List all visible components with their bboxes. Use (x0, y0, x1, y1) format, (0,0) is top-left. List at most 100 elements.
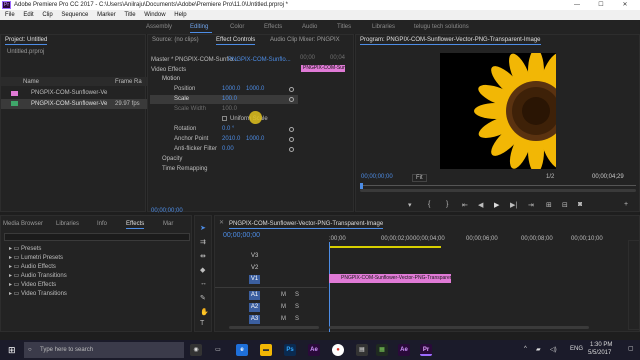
step-back-icon[interactable]: ◀ (478, 201, 483, 209)
slip-icon[interactable]: ↔ (200, 280, 207, 287)
maximize-button[interactable]: ☐ (590, 0, 612, 10)
tab-info[interactable]: Info (97, 219, 107, 229)
master-clip-label[interactable]: Master * PNGPIX-COM-Sunflo... (151, 57, 238, 63)
effects-folder-lumetri[interactable]: ▸ ▭ Lumetri Presets (9, 254, 63, 261)
lift-icon[interactable]: ⊞ (546, 201, 552, 209)
ec-timecode[interactable]: 00;00;00;00 (151, 208, 183, 214)
photoshop-icon[interactable]: Ps (284, 344, 296, 356)
menu-help[interactable]: Help (174, 12, 186, 18)
after-effects-icon-2[interactable]: Ae (398, 344, 410, 356)
rotation-value[interactable]: 0.0 ° (222, 126, 234, 132)
fit-dropdown[interactable]: Fit (412, 174, 427, 182)
selection-tool-icon[interactable]: ➤ (200, 224, 206, 232)
project-item-1[interactable]: PNGPIX-COM-Sunflower-Ve (31, 90, 107, 96)
export-frame-icon[interactable]: ◙ (578, 201, 582, 208)
tab-effects[interactable]: Effects (126, 219, 145, 229)
premiere-taskbar-icon[interactable]: Pr (420, 344, 432, 356)
after-effects-icon[interactable]: Ae (308, 344, 320, 356)
reset-icon[interactable] (289, 97, 294, 102)
motion-heading[interactable]: Motion (162, 76, 180, 82)
hand-icon[interactable]: ✋ (200, 308, 209, 316)
uniform-scale-checkbox[interactable] (222, 116, 227, 121)
close-sequence-icon[interactable]: ✕ (219, 219, 224, 226)
pen-icon[interactable]: ✎ (200, 294, 206, 302)
tab-libraries[interactable]: Libraries (56, 219, 79, 229)
microphone-icon[interactable]: ◉ (190, 344, 202, 356)
project-item-2[interactable]: PNGPIX-COM-Sunflower-Ve (31, 101, 107, 107)
file-explorer-icon[interactable]: ▬ (260, 344, 272, 356)
tray-up-icon[interactable]: ^ (524, 346, 527, 352)
menu-edit[interactable]: Edit (23, 12, 33, 18)
track-a1[interactable]: A1 (249, 291, 260, 300)
mute-button[interactable]: M (281, 292, 286, 298)
effects-folder-video-effects[interactable]: ▸ ▭ Video Effects (9, 281, 56, 288)
position-y-value[interactable]: 1000.0 (246, 86, 264, 92)
timeline-timecode[interactable]: 00;00;00;00 (223, 232, 260, 239)
mute-button[interactable]: M (281, 316, 286, 322)
clock-time[interactable]: 1:30 PM (590, 342, 612, 348)
track-height-scrollbar[interactable] (229, 326, 319, 329)
type-icon[interactable]: T (200, 320, 204, 327)
tab-media-browser[interactable]: Media Browser (3, 219, 43, 229)
timeline-zoom-scrollbar[interactable] (329, 326, 589, 329)
work-area-bar[interactable] (329, 246, 441, 248)
track-v3[interactable]: V3 (251, 253, 258, 259)
tab-source[interactable]: Source: (no clips) (152, 35, 199, 45)
position-x-value[interactable]: 1000.0 (222, 86, 240, 92)
anchor-x-value[interactable]: 2010.0 (222, 136, 240, 142)
task-view-icon[interactable]: ▭ (212, 344, 224, 356)
track-select-icon[interactable]: ⇉ (200, 238, 206, 246)
timeline-playhead[interactable] (329, 242, 330, 332)
tab-timeline-sequence[interactable]: PNGPIX-COM-Sunflower-Vector-PNG-Transpar… (229, 219, 384, 229)
anchor-y-value[interactable]: 1000.0 (246, 136, 264, 142)
razor-icon[interactable]: ◆ (200, 266, 205, 274)
notifications-icon[interactable]: ▢ (628, 345, 634, 352)
menu-title[interactable]: Title (124, 12, 135, 18)
ec-clip-bar[interactable]: PNGPIX-COM-Sunfl (301, 65, 345, 72)
sequence-clip-label[interactable]: PNGPIX-COM-Sunflo... (228, 57, 291, 63)
network-icon[interactable]: ▰ (536, 346, 541, 353)
effects-folder-presets[interactable]: ▸ ▭ Presets (9, 245, 41, 252)
resolution-dropdown[interactable]: 1/2 (546, 174, 554, 180)
solo-button[interactable]: S (295, 292, 299, 298)
reset-icon[interactable] (289, 147, 294, 152)
effects-folder-audio-transitions[interactable]: ▸ ▭ Audio Transitions (9, 272, 67, 279)
clock-date[interactable]: 5/5/2017 (588, 350, 611, 356)
column-frame-rate[interactable]: Frame Ra (115, 79, 142, 85)
menu-marker[interactable]: Marker (97, 12, 116, 18)
track-a3[interactable]: A3 (249, 315, 260, 324)
windows-start-icon[interactable]: ⊞ (8, 345, 16, 356)
column-name[interactable]: Name (23, 79, 39, 85)
app-icon[interactable]: ▤ (356, 344, 368, 356)
time-remapping-heading[interactable]: Time Remapping (162, 166, 207, 172)
effects-search-input[interactable] (4, 233, 190, 241)
workspace-telugu-tech[interactable]: telugu tech solutions (414, 20, 469, 34)
input-language[interactable]: ENG (570, 346, 583, 352)
tab-audio-clip-mixer[interactable]: Audio Clip Mixer: PNGPIX (270, 35, 340, 45)
mark-out-icon[interactable]: } (446, 201, 448, 208)
minimize-button[interactable]: — (566, 0, 588, 10)
edge-icon[interactable]: e (236, 344, 248, 356)
add-button-icon[interactable]: + (624, 201, 628, 208)
workspace-assembly[interactable]: Assembly (146, 20, 172, 34)
reset-icon[interactable] (289, 87, 294, 92)
opacity-heading[interactable]: Opacity (162, 156, 182, 162)
program-timecode[interactable]: 00;00;00;00 (361, 174, 393, 180)
solo-button[interactable]: S (295, 316, 299, 322)
solo-button[interactable]: S (295, 304, 299, 310)
track-v2[interactable]: V2 (251, 265, 258, 271)
zoom-scrollbar[interactable] (360, 189, 636, 192)
antiflicker-value[interactable]: 0.00 (222, 146, 234, 152)
tab-project[interactable]: Project: Untitled (5, 35, 48, 45)
go-to-out-icon[interactable]: ⇥ (528, 201, 534, 209)
track-a2[interactable]: A2 (249, 303, 260, 312)
reset-icon[interactable] (289, 137, 294, 142)
workspace-audio[interactable]: Audio (302, 20, 317, 34)
workspace-effects[interactable]: Effects (264, 20, 282, 34)
extract-icon[interactable]: ⊟ (562, 201, 568, 209)
menu-file[interactable]: File (5, 12, 15, 18)
ripple-edit-icon[interactable]: ⇹ (200, 252, 206, 260)
menu-sequence[interactable]: Sequence (61, 12, 88, 18)
timeline-video-clip[interactable]: PNGPIX-COM-Sunflower-Vector-PNG-Transpar… (329, 274, 451, 283)
tab-markers[interactable]: Mar (163, 219, 173, 229)
